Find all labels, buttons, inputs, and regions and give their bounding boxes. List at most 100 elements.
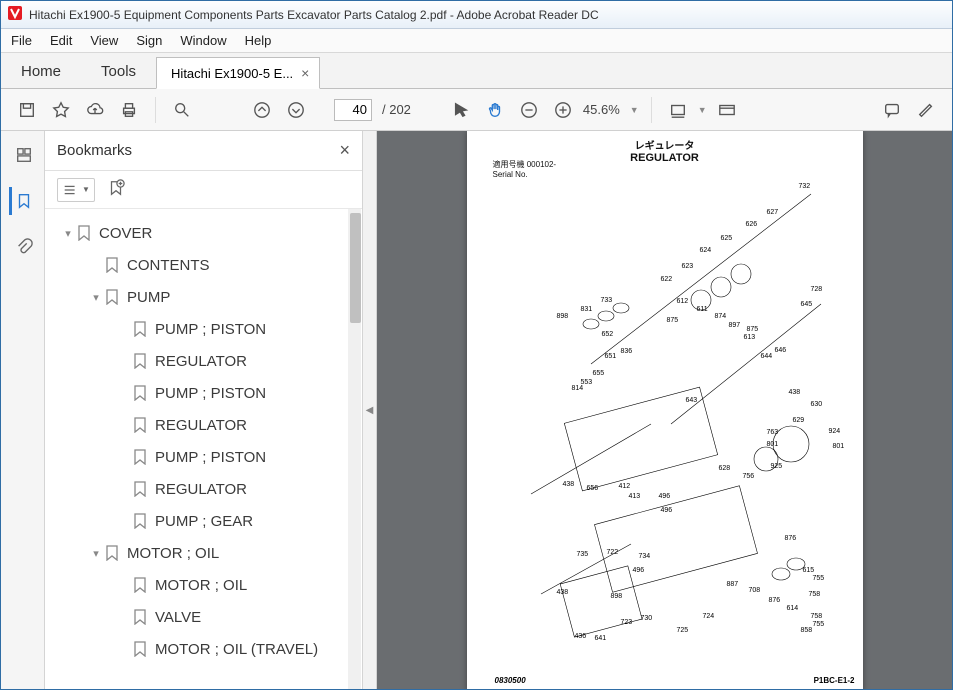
read-mode-button[interactable] [713,96,741,124]
search-button[interactable] [168,96,196,124]
bookmark-item[interactable]: CONTENTS [51,249,362,281]
part-number-label: 925 [771,463,783,470]
part-number-label: 755 [813,575,825,582]
menu-edit[interactable]: Edit [50,33,72,48]
tab-document[interactable]: Hitachi Ex1900-5 E... × [156,57,320,89]
bookmark-item[interactable]: ▾MOTOR ; OIL [51,537,362,569]
parts-diagram: 7326276266256246236227338318986116128748… [471,173,859,669]
bookmarks-tree-scroll[interactable]: ▾COVERCONTENTS▾PUMPPUMP ; PISTONREGULATO… [45,209,362,689]
part-number-label: 735 [577,551,589,558]
bookmark-icon [133,321,147,337]
part-number-label: 615 [803,567,815,574]
toolbar: / 202 45.6% ▼ ▼ [1,89,952,131]
bookmark-item[interactable]: VALVE [51,601,362,633]
zoom-dropdown-icon[interactable]: ▼ [630,105,639,115]
bookmark-item[interactable]: PUMP ; PISTON [51,313,362,345]
bookmark-label: PUMP ; PISTON [155,385,266,402]
bookmark-item[interactable]: REGULATOR [51,473,362,505]
attachments-rail-button[interactable] [9,233,37,261]
bookmarks-panel-header: Bookmarks × [45,131,362,171]
part-number-label: 627 [767,209,779,216]
bookmark-item[interactable]: ▾ PUMP [51,281,362,313]
app-icon [7,5,23,24]
part-number-label: 924 [829,428,841,435]
chevron-down-icon[interactable]: ▾ [87,291,105,304]
part-number-label: 758 [809,591,821,598]
bookmarks-panel-close-icon[interactable]: × [339,140,350,161]
part-number-label: 887 [727,581,739,588]
menu-file[interactable]: File [11,33,32,48]
part-number-label: 755 [813,621,825,628]
cloud-upload-button[interactable] [81,96,109,124]
part-number-label: 646 [775,347,787,354]
bookmark-item[interactable]: MOTOR ; OIL [51,569,362,601]
part-number-label: 613 [744,334,756,341]
new-bookmark-button[interactable] [107,179,125,200]
bookmarks-panel-tools: ▼ [45,171,362,209]
bookmark-options-button[interactable]: ▼ [57,178,95,202]
bookmark-label: PUMP ; GEAR [155,513,253,530]
bookmark-label: REGULATOR [155,417,247,434]
part-number-label: 898 [611,593,623,600]
bookmark-item[interactable]: PUMP ; GEAR [51,505,362,537]
part-number-label: 708 [749,587,761,594]
star-button[interactable] [47,96,75,124]
page-down-button[interactable] [282,96,310,124]
page-number-input[interactable] [334,99,372,121]
part-number-label: 801 [767,441,779,448]
part-number-label: 436 [575,633,587,640]
part-number-label: 656 [587,485,599,492]
menu-sign[interactable]: Sign [136,33,162,48]
menu-window[interactable]: Window [180,33,226,48]
part-number-label: 611 [697,306,708,313]
tab-tools[interactable]: Tools [81,55,156,88]
bookmark-icon [133,353,147,369]
comment-button[interactable] [878,96,906,124]
menu-help[interactable]: Help [245,33,272,48]
bookmarks-rail-button[interactable] [9,187,37,215]
zoom-out-button[interactable] [515,96,543,124]
bookmark-label: COVER [99,225,152,242]
bookmark-item[interactable]: ▾ COVER [51,217,362,249]
part-number-label: 733 [601,297,613,304]
bookmark-item[interactable]: PUMP ; PISTON [51,441,362,473]
part-number-label: 438 [557,589,569,596]
tab-close-icon[interactable]: × [301,65,309,81]
part-number-label: 625 [721,235,733,242]
page-up-button[interactable] [248,96,276,124]
thumbnails-rail-button[interactable] [9,141,37,169]
hand-tool-button[interactable] [481,96,509,124]
bookmark-label: VALVE [155,609,201,626]
chevron-down-icon[interactable]: ▾ [59,227,77,240]
menu-view[interactable]: View [90,33,118,48]
fit-dropdown-icon[interactable]: ▼ [698,105,707,115]
part-number-label: 496 [659,493,671,500]
part-number-label: 724 [703,613,715,620]
part-number-label: 614 [787,605,799,612]
part-number-label: 876 [785,535,797,542]
part-number-label: 629 [793,417,805,424]
zoom-in-button[interactable] [549,96,577,124]
bookmark-item[interactable]: REGULATOR [51,345,362,377]
bookmark-icon [133,449,147,465]
sign-button[interactable] [912,96,940,124]
bookmark-label: PUMP [127,289,170,306]
window-titlebar: Hitachi Ex1900-5 Equipment Components Pa… [1,1,952,29]
part-number-label: 763 [767,429,779,436]
bookmark-item[interactable]: MOTOR ; OIL (TRAVEL) [51,633,362,665]
save-button[interactable] [13,96,41,124]
scrollbar-thumb[interactable] [350,213,361,323]
tab-home[interactable]: Home [1,55,81,88]
chevron-down-icon[interactable]: ▾ [87,547,105,560]
zoom-level-label[interactable]: 45.6% [583,102,620,117]
fit-width-button[interactable] [664,96,692,124]
select-tool-button[interactable] [447,96,475,124]
part-number-label: 722 [607,549,619,556]
bookmark-label: PUMP ; PISTON [155,449,266,466]
part-number-label: 644 [761,353,773,360]
panel-collapse-handle[interactable]: ◀ [363,131,377,689]
print-button[interactable] [115,96,143,124]
bookmark-item[interactable]: REGULATOR [51,409,362,441]
document-view[interactable]: レギュレータ REGULATOR 適用号機 000102- Serial No. [377,131,952,689]
bookmark-item[interactable]: PUMP ; PISTON [51,377,362,409]
